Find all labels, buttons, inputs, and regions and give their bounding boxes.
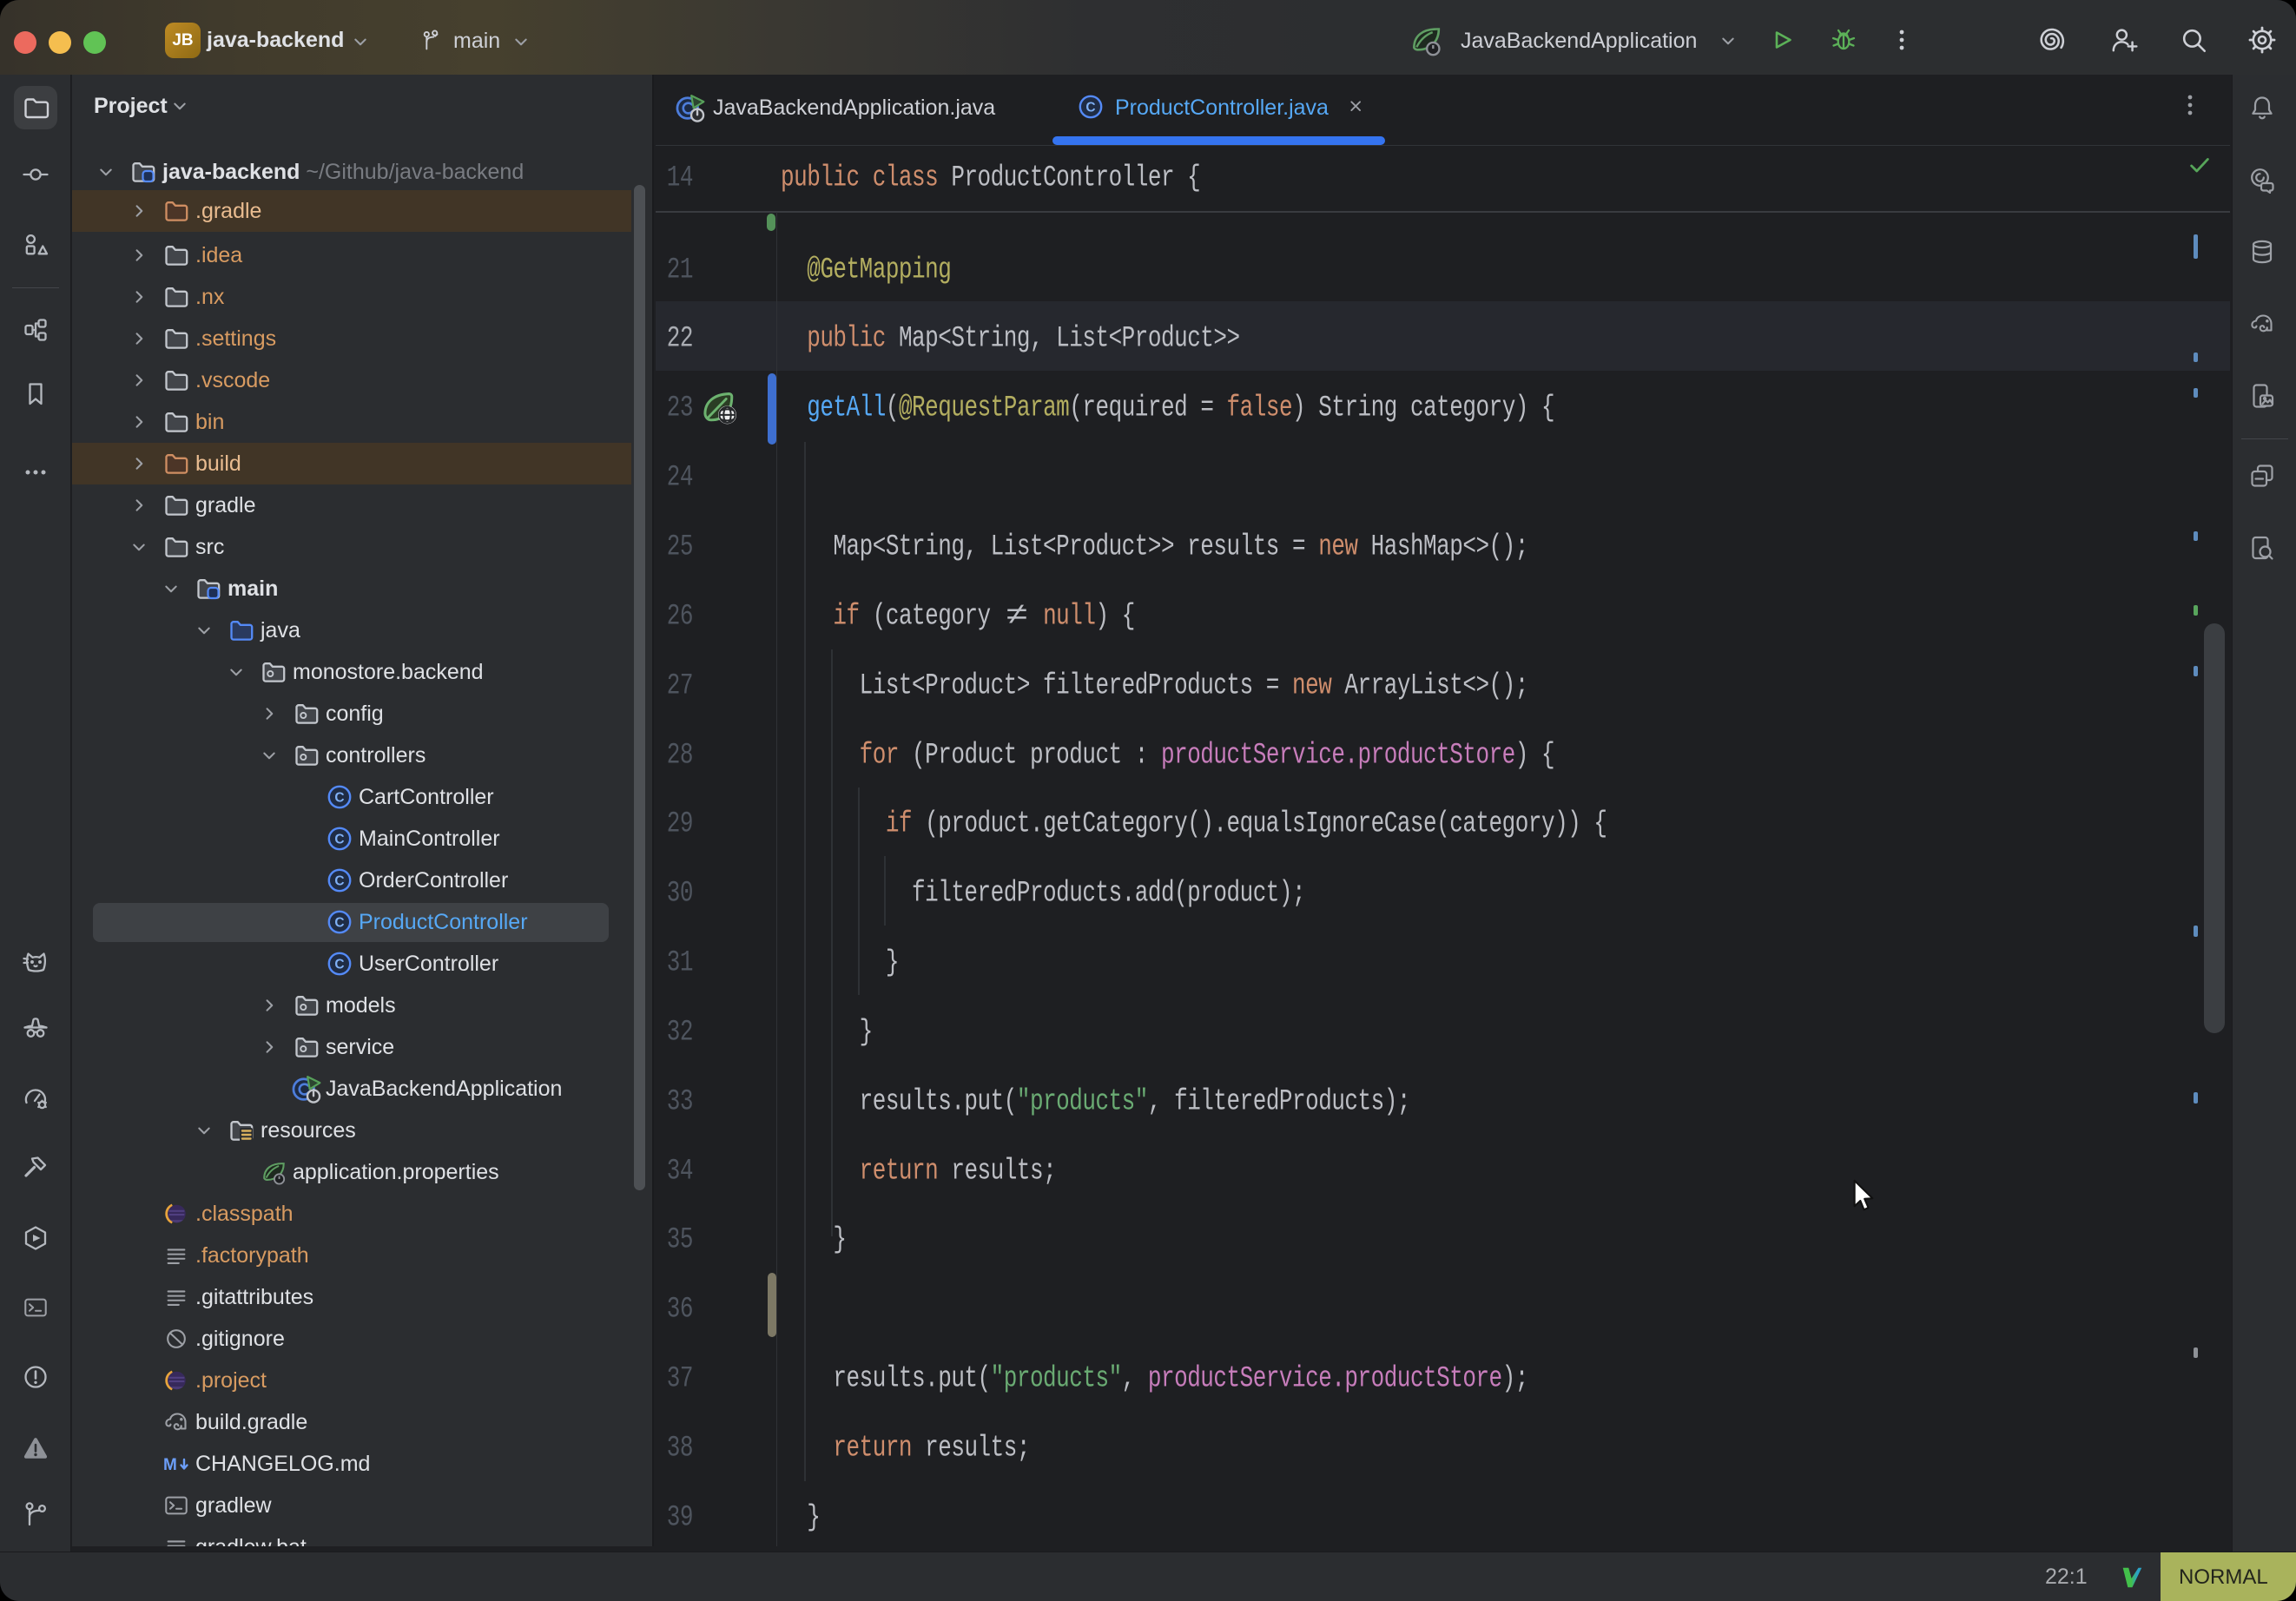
svg-text:C: C [334, 916, 344, 931]
svg-text:C: C [334, 791, 344, 806]
svg-text:C: C [334, 874, 344, 889]
svg-text:C: C [334, 958, 344, 972]
svg-text:C: C [334, 833, 344, 847]
svg-text:C: C [1085, 101, 1095, 115]
svg-text:M: M [163, 1456, 177, 1474]
